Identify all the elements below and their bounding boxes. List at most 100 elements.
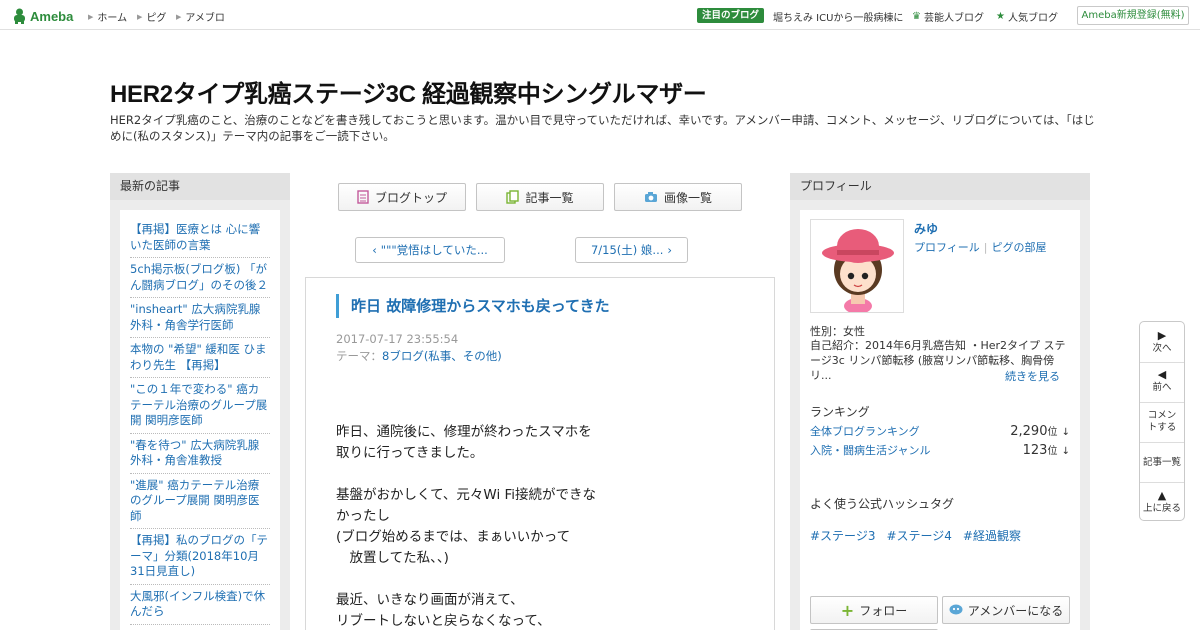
float-prev-label: 前へ (1152, 382, 1172, 393)
rank-number: 123 (1022, 443, 1048, 458)
plus-icon: + (840, 600, 855, 620)
amember-label: アメンバーになる (967, 603, 1064, 618)
divider (1140, 402, 1184, 403)
hashtag-heading: よく使う公式ハッシュタグ (810, 497, 955, 511)
recent-entry-link[interactable]: 大風邪(インフル検査)で休んだら (130, 589, 265, 619)
avatar-image (811, 220, 903, 312)
text-line: 取りに行ってきました。 (336, 445, 484, 461)
nav-entertainer-blog[interactable]: ♛ 芸能人ブログ (912, 9, 984, 24)
blog-title[interactable]: HER2タイプ乳癌ステージ3C 経過観察中シングルマザー (110, 74, 707, 109)
nav-popular-blog[interactable]: ★ 人気ブログ (996, 9, 1058, 24)
pig-room-link[interactable]: ピグの部屋 (992, 241, 1047, 254)
list-item[interactable]: 5ch掲示板(ブログ板) 「がん闘病ブログ」のその後２ (130, 258, 270, 298)
recent-entry-link[interactable]: "insheart" 広大病院乳腺外科・角舎学行医師 (130, 302, 260, 332)
profile-links: プロフィール | ピグの部屋 (914, 239, 1047, 255)
float-comment-button[interactable]: コメントする (1140, 410, 1184, 434)
entries-list-label: 記事一覧 (525, 190, 574, 205)
theme-label: テーマ： (336, 349, 382, 363)
article-paragraph: 最近、いきなり画面が消えて、 リブートしないと戻らなくなって、 (336, 590, 756, 630)
recent-entry-link[interactable]: "春を待つ" 広大病院乳腺外科・角舎准教授 (130, 438, 259, 468)
list-item[interactable]: 【再掲】医療とは 心に響いた医師の言葉 (130, 218, 270, 258)
float-top-label: 上に戻る (1142, 503, 1181, 514)
recent-entry-link[interactable]: 本物の "希望" 緩和医 ひまわり先生 【再掲】 (130, 342, 267, 372)
chevron-right-icon: ▶ (88, 12, 94, 21)
list-item[interactable]: 【再掲】私のブログの「テーマ」分類(2018年10月31日見直し) (130, 529, 270, 585)
float-prev-button[interactable]: ◀ 前へ (1140, 369, 1184, 394)
recent-entries-sidebar: 最新の記事 【再掲】医療とは 心に響いた医師の言葉 5ch掲示板(ブログ板) 「… (110, 173, 290, 630)
hashtag-link[interactable]: #ステージ4 (886, 527, 951, 544)
separator: | (983, 241, 988, 254)
document-icon (357, 190, 369, 204)
prev-entry-label: """覚悟はしていた... (380, 243, 488, 257)
entries-icon (506, 190, 520, 204)
article-theme: テーマ：8ブログ(私事、その他) (336, 348, 502, 364)
theme-link[interactable]: 8ブログ(私事、その他) (382, 349, 502, 363)
nav-pig[interactable]: ▶ ピグ (137, 9, 167, 25)
amember-button[interactable]: アメンバーになる (942, 596, 1070, 624)
divider (1140, 442, 1184, 443)
text-line: 放置してた私、、) (336, 550, 449, 566)
float-next-label: 次へ (1152, 343, 1172, 354)
chevron-right-icon: ▶ (137, 12, 143, 21)
float-entries-button[interactable]: 記事一覧 (1140, 457, 1184, 469)
nav-ameblo[interactable]: ▶ アメブロ (176, 9, 225, 25)
images-list-label: 画像一覧 (663, 190, 712, 205)
amember-icon (949, 604, 963, 615)
images-list-button[interactable]: 画像一覧 (614, 183, 742, 211)
ranking-row: 全体ブログランキング 2,290位 ↓ (810, 423, 1070, 439)
chevron-right-icon: › (667, 243, 673, 257)
article-title[interactable]: 昨日 故障修理からスマホも戻ってきた (336, 294, 610, 318)
hashtag-link[interactable]: #経過観察 (963, 527, 1021, 544)
list-item[interactable]: "insheart" 広大病院乳腺外科・角舎学行医師 (130, 298, 270, 338)
follow-button[interactable]: + フォロー (810, 596, 938, 624)
article: 昨日 故障修理からスマホも戻ってきた 2017-07-17 23:55:54 テ… (305, 277, 775, 630)
list-item[interactable]: "春を待つ" 広大病院乳腺外科・角舎准教授 (130, 434, 270, 474)
nav-pig-label: ピグ (146, 13, 167, 24)
hashtag-link[interactable]: #ステージ3 (810, 527, 875, 544)
recent-entry-link[interactable]: "進展" 癌カテーテル治療のグループ展開 関明彦医師 (130, 478, 259, 523)
float-entries-label: 記事一覧 (1142, 457, 1181, 468)
profile-link[interactable]: プロフィール (914, 241, 980, 254)
article-date: 2017-07-17 23:55:54 (336, 332, 459, 346)
blog-top-label: ブログトップ (374, 190, 447, 205)
article-paragraph: 基盤がおかしくて、元々Wi Fi接続ができな かったし (ブログ始めるまでは、ま… (336, 485, 756, 569)
recent-entry-link[interactable]: 【再掲】医療とは 心に響いた医師の言葉 (130, 222, 260, 252)
recent-entry-link[interactable]: 5ch掲示板(ブログ板) 「がん闘病ブログ」のその後２ (130, 262, 268, 292)
recent-entry-link[interactable]: "この１年で変わる" 癌カテーテル治療のグループ展開 関明彦医師 (130, 382, 267, 427)
register-button[interactable]: Ameba新規登録(無料) (1077, 6, 1189, 25)
chevron-left-icon: ‹ (372, 243, 377, 257)
float-next-button[interactable]: ▶ 次へ (1140, 330, 1184, 355)
blog-top-button[interactable]: ブログトップ (338, 183, 466, 211)
arrow-down-icon: ↓ (1061, 427, 1070, 438)
ranking-overall-link[interactable]: 全体ブログランキング (810, 423, 920, 439)
text-line: 最近、いきなり画面が消えて、 (336, 592, 524, 608)
nav-popular-label: 人気ブログ (1007, 13, 1058, 24)
profile-heading: プロフィール (790, 173, 1090, 200)
prev-entry-button[interactable]: ‹ """覚悟はしていた... (355, 237, 505, 263)
profile-name[interactable]: みゆ (914, 220, 938, 237)
divider (1140, 362, 1184, 363)
divider (1140, 482, 1184, 483)
read-more-link[interactable]: 続きを見る (1005, 368, 1060, 384)
ranking-genre-link[interactable]: 入院・闘病生活ジャンル (810, 442, 930, 458)
nav-entertainer-label: 芸能人ブログ (923, 13, 984, 24)
list-item[interactable]: "この１年で変わる" 癌カテーテル治療のグループ展開 関明彦医師 (130, 378, 270, 434)
next-entry-button[interactable]: 7/15(土) 娘... › (575, 237, 688, 263)
ameba-logo[interactable]: Ameba (12, 6, 73, 26)
list-item[interactable]: "進展" 癌カテーテル治療のグループ展開 関明彦医師 (130, 474, 270, 529)
ranking-row: 入院・闘病生活ジャンル 123位 ↓ (810, 442, 1070, 458)
nav-home-label: ホーム (97, 13, 128, 24)
crown-icon: ♛ (912, 11, 921, 22)
avatar[interactable] (810, 219, 904, 313)
list-item[interactable]: 大風邪(インフル検査)で休んだら (130, 585, 270, 625)
list-item[interactable]: 本物の "希望" 緩和医 ひまわり先生 【再掲】 (130, 338, 270, 378)
article-paragraph: 昨日、通院後に、修理が終わったスマホを 取りに行ってきました。 (336, 422, 756, 464)
nav-home[interactable]: ▶ ホーム (88, 9, 128, 25)
text-line: リブートしないと戻らなくなって、 (336, 613, 551, 629)
entries-list-button[interactable]: 記事一覧 (476, 183, 604, 211)
float-top-button[interactable]: ▲ 上に戻る (1140, 490, 1184, 515)
text-line: (ブログ始めるまでは、まぁいいかって (336, 529, 571, 545)
recent-entry-link[interactable]: 【再掲】私のブログの「テーマ」分類(2018年10月31日見直し) (130, 533, 268, 578)
featured-blog-link[interactable]: 堀ちえみ ICUから一般病棟に (773, 9, 903, 24)
text-line: 基盤がおかしくて、元々Wi Fi接続ができな (336, 487, 597, 503)
